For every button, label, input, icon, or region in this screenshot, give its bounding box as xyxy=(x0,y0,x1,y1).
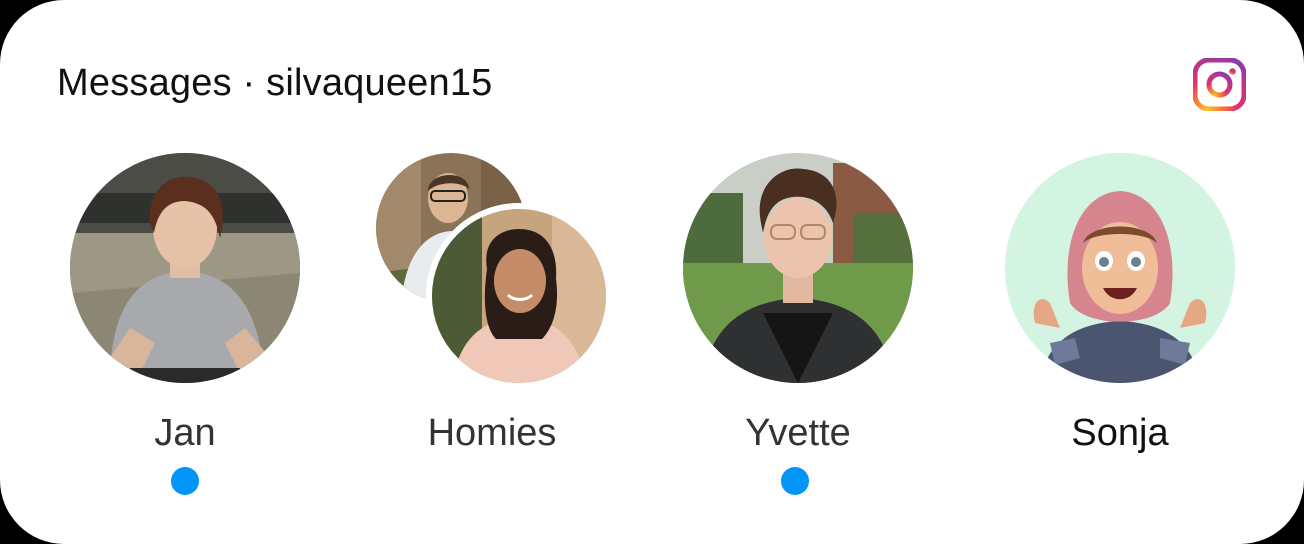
avatar-yvette xyxy=(683,153,913,383)
contact-homies[interactable]: Homies xyxy=(372,150,612,510)
contact-name: Yvette xyxy=(745,412,851,454)
widget-title: Messages · silvaqueen15 xyxy=(57,62,493,104)
messages-widget[interactable]: Messages · silvaqueen15 Jan Homies Yvett… xyxy=(0,0,1304,544)
instagram-logo-icon[interactable] xyxy=(1192,57,1247,112)
contact-sonja[interactable]: Sonja xyxy=(1000,150,1240,510)
contact-jan[interactable]: Jan xyxy=(65,150,305,510)
unread-indicator xyxy=(171,467,199,495)
avatar-sonja xyxy=(1005,153,1235,383)
avatar-group-ring xyxy=(426,203,612,389)
avatar-group-member-2 xyxy=(432,209,606,383)
contact-name: Sonja xyxy=(1071,412,1169,454)
avatar-jan xyxy=(70,153,300,383)
contact-yvette[interactable]: Yvette xyxy=(678,150,918,510)
unread-indicator xyxy=(781,467,809,495)
contact-name: Jan xyxy=(154,412,216,454)
contact-name: Homies xyxy=(427,412,557,454)
